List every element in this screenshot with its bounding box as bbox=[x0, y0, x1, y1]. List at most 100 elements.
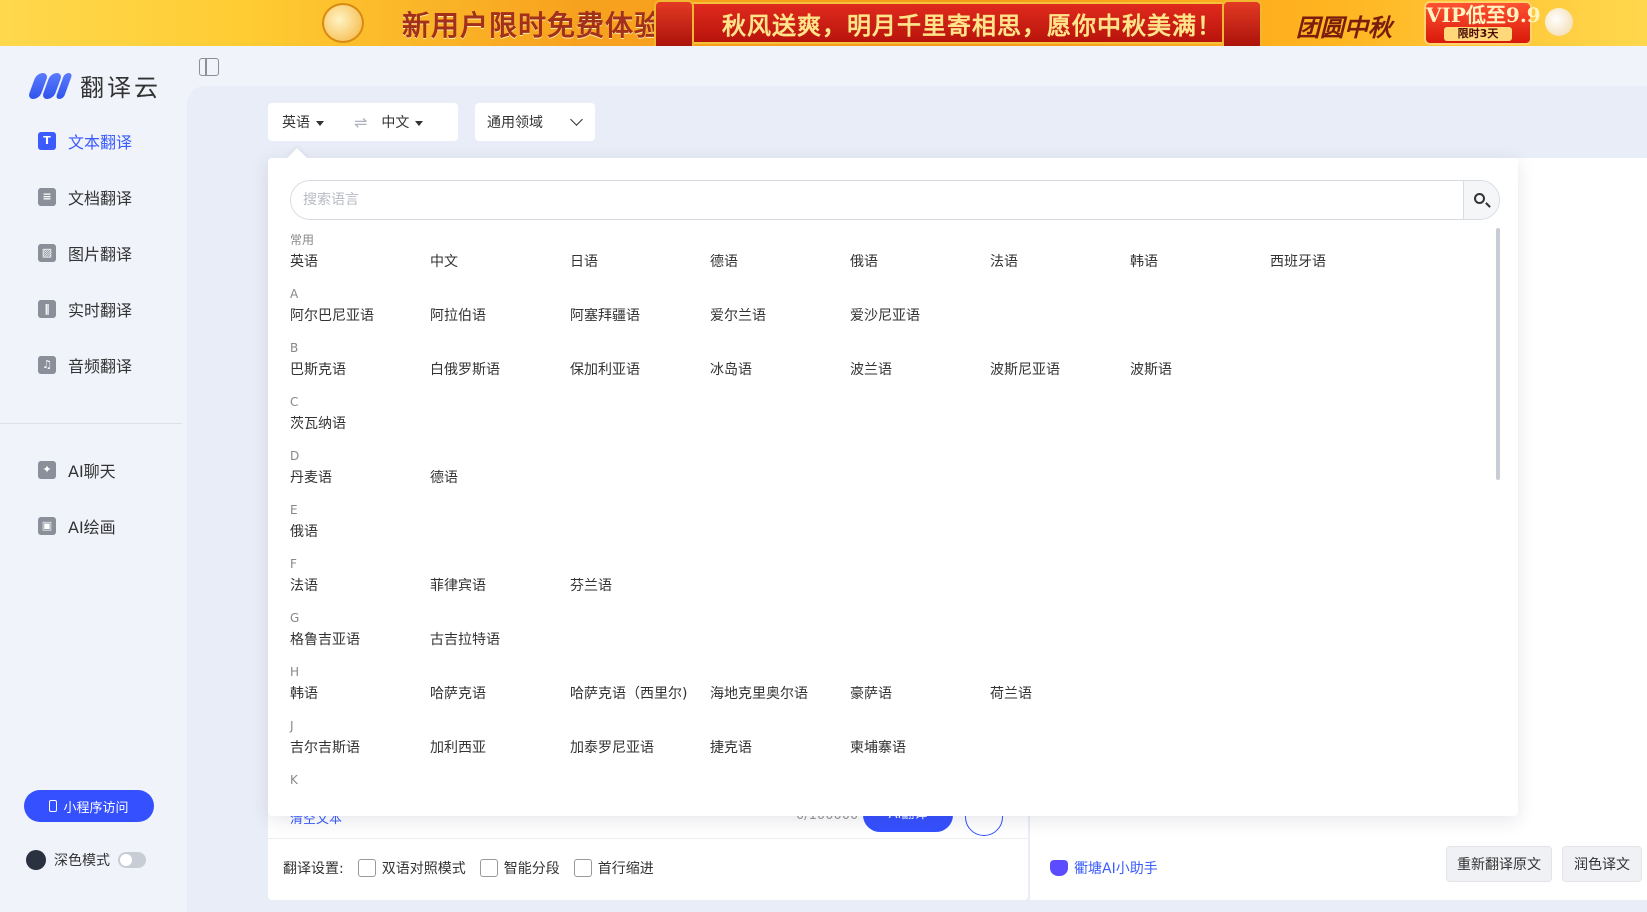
target-language-label: 中文 bbox=[381, 115, 410, 131]
target-language-select[interactable]: 中文 bbox=[381, 112, 424, 132]
retranslate-button[interactable]: 重新翻译原文 bbox=[1446, 846, 1552, 882]
nav-label: AI绘画 bbox=[68, 518, 116, 537]
search-button[interactable] bbox=[1463, 181, 1499, 219]
language-option[interactable]: 波斯语 bbox=[1130, 358, 1270, 392]
language-option[interactable]: 格鲁吉亚语 bbox=[290, 628, 430, 662]
language-group-letter: F bbox=[290, 557, 297, 571]
nav-item-ai-draw[interactable]: ▣ AI绘画 bbox=[38, 514, 116, 538]
language-option[interactable]: 爱沙尼亚语 bbox=[850, 304, 990, 338]
language-group-row: 巴斯克语 白俄罗斯语 保加利亚语 冰岛语 波兰语 波斯尼亚语 波斯语 bbox=[290, 358, 1470, 392]
language-option[interactable]: 海地克里奥尔语 bbox=[710, 682, 850, 716]
text-translate-icon: T bbox=[38, 132, 56, 150]
language-option[interactable]: 英语 bbox=[290, 250, 430, 284]
source-language-select[interactable]: 英语 bbox=[282, 112, 324, 132]
promo-headline: 新用户限时免费体验! bbox=[402, 9, 677, 42]
language-option[interactable]: 俄语 bbox=[290, 520, 430, 554]
language-option[interactable]: 菲律宾语 bbox=[430, 574, 570, 608]
language-option[interactable]: 阿塞拜疆语 bbox=[570, 304, 710, 338]
language-option[interactable]: 韩语 bbox=[290, 682, 430, 716]
bilingual-mode-label: 双语对照模式 bbox=[381, 861, 466, 877]
festival-logo: 团圆中秋 bbox=[1296, 13, 1392, 42]
vip-offer-badge[interactable]: VIP低至9.9 限时3天 bbox=[1424, 1, 1541, 45]
dark-mode-switch[interactable]: 深色模式 bbox=[26, 850, 146, 870]
language-option[interactable]: 韩语 bbox=[1130, 250, 1270, 284]
nav-item-realtime-translate[interactable]: ‖ 实时翻译 bbox=[38, 297, 132, 321]
language-group-letter: E bbox=[290, 503, 298, 517]
language-group-letter: K bbox=[290, 773, 298, 787]
dark-mode-label: 深色模式 bbox=[54, 853, 110, 869]
language-group-row: 英语 中文 日语 德语 俄语 法语 韩语 西班牙语 bbox=[290, 250, 1470, 284]
nav-item-ai-chat[interactable]: ✦ AI聊天 bbox=[38, 458, 116, 482]
nav-item-text-translate[interactable]: T 文本翻译 bbox=[38, 129, 132, 153]
caret-down-icon bbox=[316, 120, 324, 126]
language-option[interactable]: 日语 bbox=[570, 250, 710, 284]
promo-scroll-text: 秋风送爽，明月千里寄相思，愿你中秋美满！ bbox=[722, 12, 1222, 40]
domain-select[interactable]: 通用领域 bbox=[475, 103, 595, 141]
language-option[interactable]: 加利西亚 bbox=[430, 736, 570, 770]
phone-icon bbox=[49, 800, 58, 812]
search-icon bbox=[1474, 193, 1485, 204]
language-option[interactable]: 波兰语 bbox=[850, 358, 990, 392]
language-option[interactable]: 巴斯克语 bbox=[290, 358, 430, 392]
language-option[interactable]: 德语 bbox=[430, 466, 570, 500]
language-option[interactable]: 古吉拉特语 bbox=[430, 628, 570, 662]
language-option[interactable]: 芬兰语 bbox=[570, 574, 710, 608]
language-selector: 英语 ⇌ 中文 bbox=[268, 103, 458, 141]
language-option[interactable]: 荷兰语 bbox=[990, 682, 1130, 716]
image-translate-icon: ▨ bbox=[38, 244, 56, 262]
language-option[interactable]: 哈萨克语（西里尔) bbox=[570, 682, 710, 716]
language-option[interactable]: 德语 bbox=[710, 250, 850, 284]
language-option[interactable]: 茨瓦纳语 bbox=[290, 412, 430, 446]
language-option[interactable]: 阿拉伯语 bbox=[430, 304, 570, 338]
language-search bbox=[290, 180, 1500, 220]
language-option[interactable]: 吉尔吉斯语 bbox=[290, 736, 430, 770]
nav-label: AI聊天 bbox=[68, 462, 116, 481]
polish-button[interactable]: 润色译文 bbox=[1562, 846, 1642, 882]
language-group-letter: C bbox=[290, 395, 299, 409]
language-group-letter: H bbox=[290, 665, 300, 679]
language-option[interactable]: 法语 bbox=[290, 574, 430, 608]
language-option[interactable]: 柬埔寨语 bbox=[850, 736, 990, 770]
language-option[interactable]: 中文 bbox=[430, 250, 570, 284]
swap-languages-icon[interactable]: ⇌ bbox=[354, 113, 367, 132]
language-option[interactable]: 法语 bbox=[990, 250, 1130, 284]
dark-mode-toggle[interactable] bbox=[118, 852, 146, 868]
bilingual-mode-checkbox[interactable] bbox=[357, 859, 376, 877]
language-option[interactable]: 俄语 bbox=[850, 250, 990, 284]
language-option[interactable]: 白俄罗斯语 bbox=[430, 358, 570, 392]
smart-paragraph-label: 智能分段 bbox=[503, 861, 560, 877]
language-option[interactable]: 保加利亚语 bbox=[570, 358, 710, 392]
first-line-indent-checkbox[interactable] bbox=[573, 859, 592, 877]
language-group-row: 格鲁吉亚语 古吉拉特语 bbox=[290, 628, 1470, 662]
sidebar-collapse-icon[interactable] bbox=[199, 58, 219, 76]
vip-offer-sub: 限时3天 bbox=[1444, 27, 1512, 41]
mini-program-button[interactable]: 小程序访问 bbox=[24, 790, 154, 822]
language-option[interactable]: 豪萨语 bbox=[850, 682, 990, 716]
language-option[interactable]: 爱尔兰语 bbox=[710, 304, 850, 338]
language-option[interactable]: 捷克语 bbox=[710, 736, 850, 770]
ai-helper-icon bbox=[1050, 860, 1068, 876]
logo-mark-icon bbox=[27, 71, 74, 101]
language-search-input[interactable] bbox=[291, 181, 1463, 219]
nav-item-image-translate[interactable]: ▨ 图片翻译 bbox=[38, 241, 132, 265]
language-option[interactable]: 丹麦语 bbox=[290, 466, 430, 500]
app-logo[interactable]: 翻译云 bbox=[27, 68, 161, 103]
source-language-label: 英语 bbox=[282, 115, 310, 131]
promo-banner[interactable]: 新用户限时免费体验! 秋风送爽，明月千里寄相思，愿你中秋美满！ 团圆中秋 VIP… bbox=[0, 0, 1647, 46]
language-group-letter: J bbox=[290, 719, 294, 733]
language-option[interactable]: 加泰罗尼亚语 bbox=[570, 736, 710, 770]
language-option[interactable]: 冰岛语 bbox=[710, 358, 850, 392]
language-option[interactable]: 阿尔巴尼亚语 bbox=[290, 304, 430, 338]
nav-item-audio-translate[interactable]: ♫ 音频翻译 bbox=[38, 353, 132, 377]
sidebar-divider bbox=[0, 423, 182, 424]
language-option[interactable]: 波斯尼亚语 bbox=[990, 358, 1130, 392]
language-option[interactable]: 西班牙语 bbox=[1270, 250, 1410, 284]
dropdown-scrollbar[interactable] bbox=[1496, 228, 1500, 480]
language-group-letter: B bbox=[290, 341, 299, 355]
nav-item-document-translate[interactable]: ≡ 文档翻译 bbox=[38, 185, 132, 209]
vip-offer-text: VIP低至9.9 bbox=[1426, 3, 1541, 27]
language-group-letter: A bbox=[290, 287, 299, 301]
smart-paragraph-checkbox[interactable] bbox=[479, 859, 498, 877]
language-option[interactable]: 哈萨克语 bbox=[430, 682, 570, 716]
ai-helper-link[interactable]: 衢塘AI小助手 bbox=[1050, 858, 1158, 878]
